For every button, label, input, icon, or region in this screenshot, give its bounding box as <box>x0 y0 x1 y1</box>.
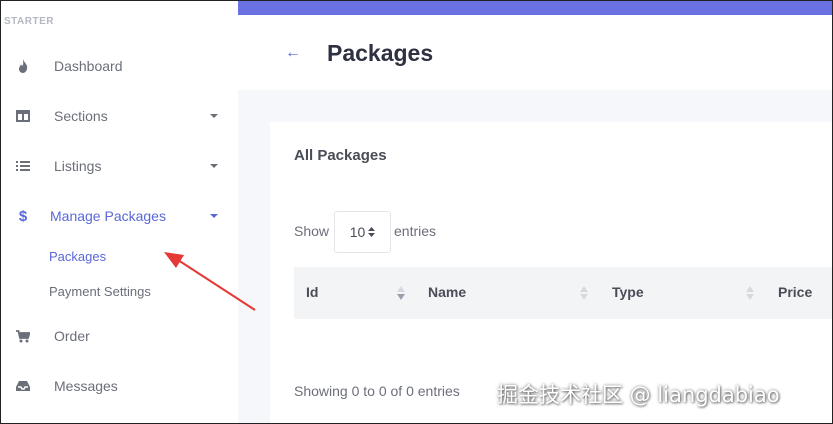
sidebar-item-messages[interactable]: Messages <box>0 371 238 401</box>
sidebar-item-label: Messages <box>54 378 118 394</box>
watermark: 掘金技术社区 @ liangdabiao <box>497 383 780 407</box>
brand-label: STARTER <box>4 16 54 27</box>
column-header-id[interactable]: Id <box>306 284 318 300</box>
card-title: All Packages <box>294 147 387 164</box>
sidebar-subitem-payment-settings[interactable]: Payment Settings <box>49 284 151 299</box>
sidebar-item-label: Dashboard <box>54 58 123 74</box>
column-header-type[interactable]: Type <box>612 284 644 300</box>
sidebar-subitem-packages[interactable]: Packages <box>49 249 106 264</box>
flame-icon <box>14 57 32 75</box>
entries-length-select[interactable]: 10 <box>334 211 391 253</box>
sidebar-item-label: Listings <box>54 158 102 174</box>
sidebar-item-listings[interactable]: Listings <box>0 151 238 181</box>
sort-icon[interactable] <box>580 284 588 302</box>
sidebar-item-label: Manage Packages <box>50 208 166 224</box>
chevron-down-icon <box>210 164 218 168</box>
dollar-icon: $ <box>18 207 28 225</box>
entries-length-value: 10 <box>349 224 366 240</box>
cart-icon <box>14 327 32 345</box>
sidebar-item-label: Order <box>54 328 90 344</box>
sidebar-item-sections[interactable]: Sections <box>0 101 238 131</box>
inbox-icon <box>14 377 32 395</box>
column-header-price[interactable]: Price <box>778 284 812 300</box>
sidebar-item-dashboard[interactable]: Dashboard <box>0 51 238 81</box>
back-arrow-icon[interactable]: ← <box>285 44 301 62</box>
sidebar: STARTER Dashboard Sections Listings $ Ma… <box>0 0 238 424</box>
table-info-text: Showing 0 to 0 of 0 entries <box>294 383 460 399</box>
show-label: Show <box>294 223 330 239</box>
chevron-down-icon <box>210 114 218 118</box>
chevron-down-icon <box>210 214 218 218</box>
updown-caret-icon <box>368 227 376 237</box>
sort-icon[interactable] <box>746 284 754 302</box>
page-title: Packages <box>327 40 434 66</box>
entries-label: entries <box>394 223 437 239</box>
sidebar-item-label: Sections <box>54 108 108 124</box>
sidebar-item-order[interactable]: Order <box>0 321 238 351</box>
columns-icon <box>14 107 32 125</box>
top-accent-bar <box>238 0 833 15</box>
sidebar-item-manage-packages[interactable]: $ Manage Packages <box>0 201 238 231</box>
list-icon <box>14 157 32 175</box>
sort-icon[interactable] <box>397 284 405 302</box>
column-header-name[interactable]: Name <box>428 284 466 300</box>
